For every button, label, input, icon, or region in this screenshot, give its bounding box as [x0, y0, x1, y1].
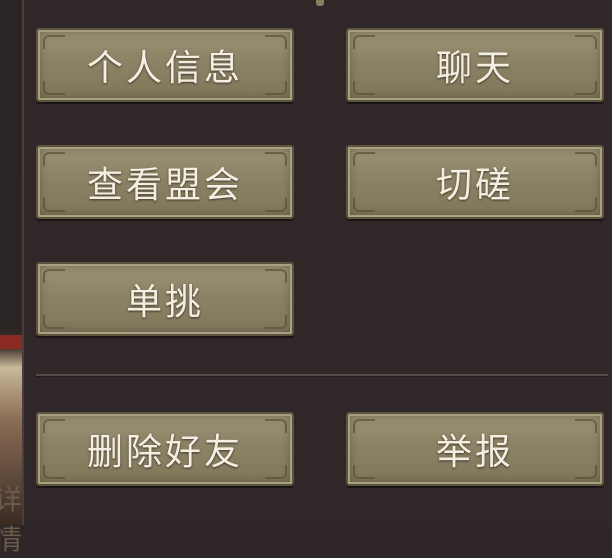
- corner-ornament-icon: [353, 152, 375, 166]
- profile-button-label: 个人信息: [86, 48, 243, 89]
- corner-ornament-icon: [265, 198, 287, 212]
- corner-ornament-icon: [43, 465, 65, 479]
- corner-ornament-icon: [353, 419, 375, 433]
- corner-ornament-icon: [353, 81, 375, 95]
- corner-ornament-icon: [265, 35, 287, 49]
- panel-top-notch: [316, 0, 324, 6]
- corner-ornament-icon: [265, 315, 287, 329]
- background-scene-strip: 详情: [0, 0, 22, 556]
- corner-ornament-icon: [265, 465, 287, 479]
- corner-ornament-icon: [575, 198, 597, 212]
- corner-ornament-icon: [43, 198, 65, 212]
- corner-ornament-icon: [575, 465, 597, 479]
- corner-ornament-icon: [43, 81, 65, 95]
- corner-ornament-icon: [353, 198, 375, 212]
- spar-button-label: 切磋: [435, 165, 514, 206]
- profile-button[interactable]: 个人信息: [36, 28, 294, 102]
- delete-friend-button-label: 删除好友: [86, 432, 243, 473]
- corner-ornament-icon: [43, 269, 65, 283]
- section-divider-shadow: [36, 376, 608, 377]
- corner-ornament-icon: [353, 465, 375, 479]
- background-detail-text: 详情: [0, 483, 23, 556]
- spar-button[interactable]: 切磋: [346, 145, 604, 219]
- chat-button[interactable]: 聊天: [346, 28, 604, 102]
- duel-button[interactable]: 单挑: [36, 262, 294, 336]
- corner-ornament-icon: [575, 419, 597, 433]
- corner-ornament-icon: [575, 35, 597, 49]
- corner-ornament-icon: [265, 269, 287, 283]
- corner-ornament-icon: [43, 35, 65, 49]
- background-red-band: [0, 335, 22, 349]
- report-button[interactable]: 举报: [346, 412, 604, 486]
- corner-ornament-icon: [265, 152, 287, 166]
- corner-ornament-icon: [265, 419, 287, 433]
- corner-ornament-icon: [43, 419, 65, 433]
- view-alliance-button-label: 查看盟会: [86, 165, 243, 206]
- corner-ornament-icon: [265, 81, 287, 95]
- corner-ornament-icon: [353, 35, 375, 49]
- chat-button-label: 聊天: [435, 48, 514, 89]
- corner-ornament-icon: [575, 152, 597, 166]
- duel-button-label: 单挑: [125, 282, 204, 323]
- corner-ornament-icon: [575, 81, 597, 95]
- view-alliance-button[interactable]: 查看盟会: [36, 145, 294, 219]
- corner-ornament-icon: [43, 152, 65, 166]
- report-button-label: 举报: [435, 432, 514, 473]
- corner-ornament-icon: [43, 315, 65, 329]
- delete-friend-button[interactable]: 删除好友: [36, 412, 294, 486]
